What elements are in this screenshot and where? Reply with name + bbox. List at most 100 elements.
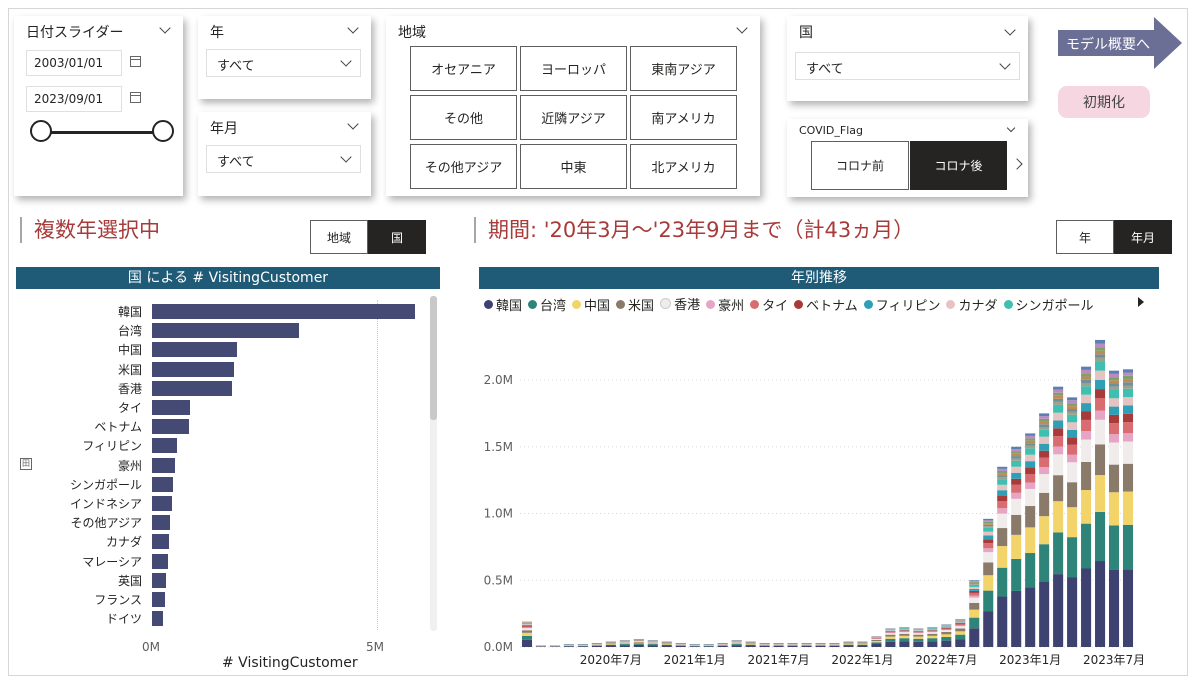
stack-segment[interactable] (1081, 376, 1092, 380)
stack-segment[interactable] (899, 635, 910, 639)
stack-segment[interactable] (1039, 424, 1050, 428)
stack-segment[interactable] (1095, 354, 1106, 358)
stack-segment[interactable] (1095, 343, 1106, 348)
stack-segment[interactable] (899, 632, 910, 634)
stack-segment[interactable] (927, 628, 938, 629)
stack-segment[interactable] (1039, 467, 1050, 475)
stack-segment[interactable] (913, 629, 924, 631)
stack-segment[interactable] (605, 644, 616, 645)
stack-segment[interactable] (997, 501, 1008, 509)
stack-segment[interactable] (941, 627, 952, 629)
stack-segment[interactable] (521, 625, 533, 627)
stack-segment[interactable] (1122, 388, 1134, 398)
stack-segment[interactable] (759, 645, 770, 646)
stack-segment[interactable] (969, 584, 980, 587)
stack-segment[interactable] (1067, 411, 1078, 415)
stack-segment[interactable] (955, 639, 966, 647)
stack-segment[interactable] (997, 475, 1008, 478)
stack-segment[interactable] (745, 645, 756, 647)
stack-segment[interactable] (1081, 490, 1092, 524)
stack-segment[interactable] (577, 646, 588, 647)
stack-segment[interactable] (969, 592, 980, 596)
stack-segment[interactable] (927, 635, 938, 639)
stack-segment[interactable] (717, 645, 728, 647)
stack-segment[interactable] (1053, 475, 1064, 502)
stack-segment[interactable] (647, 645, 658, 647)
stack-segment[interactable] (955, 624, 966, 626)
stack-segment[interactable] (1011, 484, 1022, 493)
stack-segment[interactable] (955, 625, 966, 627)
stack-segment[interactable] (1039, 516, 1050, 545)
stack-segment[interactable] (801, 645, 812, 646)
stack-segment[interactable] (675, 645, 686, 647)
stack-segment[interactable] (619, 644, 630, 646)
stack-segment[interactable] (927, 641, 938, 647)
stack-segment[interactable] (983, 521, 994, 524)
stack-segment[interactable] (941, 629, 952, 631)
stack-segment[interactable] (1025, 445, 1036, 449)
stack-segment[interactable] (941, 625, 952, 627)
stack-segment[interactable] (1109, 434, 1120, 443)
stack-segment[interactable] (1122, 405, 1134, 414)
stack-segment[interactable] (1122, 433, 1134, 442)
stack-segment[interactable] (521, 627, 533, 629)
stack-segment[interactable] (521, 624, 533, 625)
stack-segment[interactable] (871, 641, 882, 643)
stack-segment[interactable] (1053, 389, 1064, 393)
stack-segment[interactable] (1122, 524, 1134, 570)
stack-segment[interactable] (521, 635, 533, 640)
stack-segment[interactable] (703, 646, 714, 647)
stack-segment[interactable] (689, 646, 700, 647)
stack-segment[interactable] (1011, 534, 1022, 559)
stack-segment[interactable] (885, 632, 896, 634)
stack-segment[interactable] (997, 470, 1008, 474)
stack-segment[interactable] (899, 633, 910, 636)
stack-segment[interactable] (941, 628, 952, 630)
stack-segment[interactable] (927, 631, 938, 633)
stack-segment[interactable] (997, 484, 1008, 491)
stack-segment[interactable] (899, 628, 910, 630)
stack-segment[interactable] (899, 629, 910, 631)
stack-segment[interactable] (983, 543, 994, 549)
stack-segment[interactable] (661, 644, 672, 645)
stack-segment[interactable] (1011, 446, 1022, 450)
stack-segment[interactable] (1081, 386, 1092, 395)
stack-segment[interactable] (1039, 544, 1050, 582)
stack-segment[interactable] (955, 626, 966, 629)
stack-segment[interactable] (1081, 394, 1092, 404)
stack-segment[interactable] (969, 597, 980, 603)
stack-segment[interactable] (1039, 429, 1050, 437)
stack-segment[interactable] (1067, 414, 1078, 423)
stack-segment[interactable] (1122, 382, 1134, 386)
stack-segment[interactable] (983, 611, 994, 647)
stack-segment[interactable] (1039, 421, 1050, 425)
stack-segment[interactable] (1011, 514, 1022, 535)
stack-segment[interactable] (913, 630, 924, 632)
stack-segment[interactable] (1039, 436, 1050, 444)
stack-segment[interactable] (913, 641, 924, 647)
stack-segment[interactable] (899, 631, 910, 633)
stack-segment[interactable] (857, 644, 868, 646)
stack-segment[interactable] (1109, 492, 1120, 526)
stack-segment[interactable] (913, 634, 924, 637)
stack-segment[interactable] (1122, 441, 1134, 464)
stack-segment[interactable] (983, 552, 994, 563)
stack-segment[interactable] (633, 641, 644, 643)
stack-segment[interactable] (983, 535, 994, 540)
stack-segment[interactable] (1067, 444, 1078, 455)
stack-segment[interactable] (1025, 488, 1036, 507)
stack-segment[interactable] (1067, 577, 1078, 647)
stack-segment[interactable] (941, 627, 952, 628)
stack-segment[interactable] (983, 527, 994, 532)
stack-segment[interactable] (745, 643, 756, 645)
stack-segment[interactable] (1011, 458, 1022, 461)
stack-segment[interactable] (1039, 450, 1050, 458)
stack-segment[interactable] (1109, 569, 1120, 647)
stack-segment[interactable] (927, 632, 938, 634)
stack-segment[interactable] (969, 595, 980, 598)
stack-segment[interactable] (1053, 446, 1064, 455)
stack-segment[interactable] (1109, 423, 1120, 435)
stack-segment[interactable] (1067, 406, 1078, 410)
stack-segment[interactable] (1011, 460, 1022, 467)
stack-segment[interactable] (1122, 463, 1134, 492)
